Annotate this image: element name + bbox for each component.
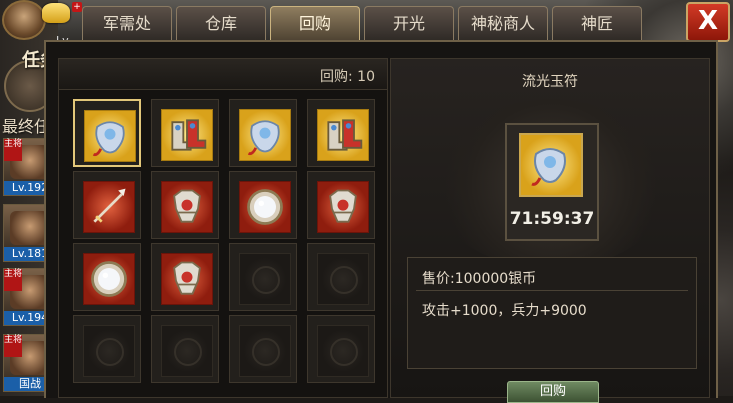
final-task-label[interactable]: 最终任	[2, 113, 50, 137]
empty-slot	[73, 315, 141, 383]
empty-slot-icon	[161, 325, 213, 377]
amulet-icon	[519, 133, 583, 197]
item-slot[interactable]	[151, 99, 219, 167]
empty-slot-icon	[239, 325, 291, 377]
buyback-count: 回购: 10	[320, 69, 375, 85]
empty-slot	[229, 243, 297, 311]
empty-slot	[151, 315, 219, 383]
item-slot[interactable]	[73, 99, 141, 167]
item-slot[interactable]	[151, 243, 219, 311]
main-general-tag: 主将	[4, 139, 22, 161]
main-general-tag: 主将	[4, 269, 22, 291]
item-slot[interactable]	[151, 171, 219, 239]
add-gold-button[interactable]: +	[72, 2, 82, 12]
buyback-inventory: 回购: 10	[58, 58, 388, 398]
tab-craftsman[interactable]: 神匠	[552, 6, 642, 41]
boots-icon	[317, 109, 369, 161]
amulet-icon	[84, 110, 136, 162]
gold-ingot-icon	[42, 3, 70, 23]
player-avatar[interactable]	[2, 0, 46, 40]
empty-slot	[307, 315, 375, 383]
inventory-header: 回购: 10	[59, 59, 387, 90]
amulet-icon	[239, 109, 291, 161]
item-detail-panel: 流光玉符 71:59:37 售价:100000银币 攻击+1000，兵力+900…	[390, 58, 710, 403]
tab-mystic-merchant[interactable]: 神秘商人	[458, 6, 548, 41]
buyback-button[interactable]: 回购	[507, 381, 599, 403]
item-slot[interactable]	[229, 99, 297, 167]
boots-icon	[161, 109, 213, 161]
item-stats: 攻击+1000，兵力+9000	[422, 303, 587, 319]
mirror-icon	[239, 181, 291, 233]
tab-warehouse[interactable]: 仓库	[176, 6, 266, 41]
mirror-icon	[83, 253, 135, 305]
item-slot[interactable]	[307, 99, 375, 167]
armor-icon	[161, 181, 213, 233]
divider	[416, 290, 688, 291]
empty-slot-icon	[83, 325, 135, 377]
empty-slot	[307, 243, 375, 311]
empty-slot-icon	[317, 253, 369, 305]
tab-supply[interactable]: 军需处	[82, 6, 172, 41]
item-info-box: 售价:100000银币 攻击+1000，兵力+9000	[407, 257, 697, 369]
spear-icon	[83, 181, 135, 233]
tab-consecrate[interactable]: 开光	[364, 6, 454, 41]
item-name: 流光玉符	[522, 74, 578, 90]
expiry-timer: 71:59:37	[509, 209, 595, 229]
empty-slot	[229, 315, 297, 383]
armor-icon	[161, 253, 213, 305]
item-slot[interactable]	[73, 171, 141, 239]
item-slot[interactable]	[73, 243, 141, 311]
close-button[interactable]: X	[686, 2, 730, 42]
empty-slot-icon	[239, 253, 291, 305]
main-general-tag: 主将	[4, 335, 22, 357]
item-slot[interactable]	[307, 171, 375, 239]
armor-icon	[317, 181, 369, 233]
empty-slot-icon	[317, 325, 369, 377]
item-slot[interactable]	[229, 171, 297, 239]
item-price: 售价:100000银币	[422, 271, 537, 287]
tab-buyback[interactable]: 回购	[270, 6, 360, 41]
